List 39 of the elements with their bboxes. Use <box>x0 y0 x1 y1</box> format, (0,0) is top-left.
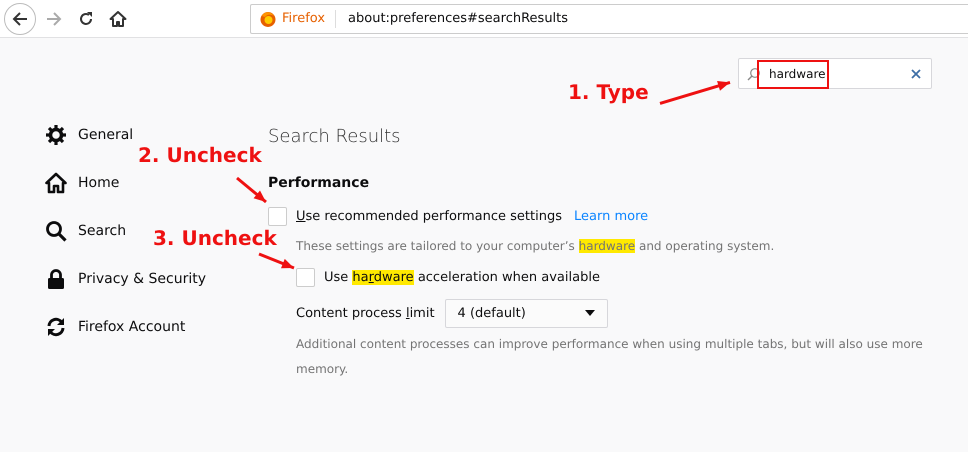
page-title: Search Results <box>268 125 402 149</box>
caret-icon <box>584 310 595 316</box>
back-button[interactable] <box>4 2 36 34</box>
lock-icon <box>45 268 67 290</box>
url-text: about:preferences#searchResults <box>347 11 568 26</box>
checkbox-label: Use recommended performance settings <box>296 208 562 224</box>
dropdown-label: Content process limit <box>296 306 435 320</box>
section-heading: Performance <box>268 174 370 193</box>
checkbox[interactable] <box>296 268 315 286</box>
setting-description: Additional content processes can improve performance when using multiple tabs, but will also use more memory. <box>295 336 924 378</box>
firefox-logo-icon <box>259 10 277 28</box>
home-icon <box>45 172 67 194</box>
dropdown[interactable]: 4 (default) <box>444 298 608 328</box>
gear-icon <box>45 124 67 146</box>
search-field[interactable]: hardware <box>738 58 932 89</box>
sync-icon <box>45 316 67 338</box>
sidebar-item[interactable]: General <box>45 123 134 147</box>
sidebar-item[interactable]: Home <box>45 171 120 195</box>
sidebar-item[interactable]: Privacy & Security <box>45 267 206 291</box>
search-icon <box>45 220 67 242</box>
search-icon <box>747 66 761 80</box>
forward-arrow-icon <box>45 10 63 28</box>
highlight-frame <box>757 60 829 89</box>
annotation-label: 2. Uncheck <box>138 143 262 167</box>
annotation-arrow <box>257 252 296 270</box>
annotation-label: 3. Uncheck <box>153 226 277 250</box>
annotation-label: 1. Type <box>568 80 649 104</box>
checkbox[interactable] <box>268 206 287 226</box>
sidebar-item[interactable]: Search <box>45 219 126 243</box>
clear-icon[interactable] <box>911 68 921 78</box>
back-arrow-icon <box>11 10 29 28</box>
identity-label: Firefox <box>282 11 326 26</box>
setting-description: These settings are tailored to your computer’s hardware and operating system. <box>295 238 776 255</box>
sidebar-item[interactable]: Firefox Account <box>45 315 186 339</box>
annotation-arrow <box>235 176 268 204</box>
reload-icon <box>77 10 95 28</box>
address-bar[interactable]: Firefox about:preferences#searchResults <box>250 4 968 34</box>
checkbox-label: Use hardware acceleration when available <box>324 270 600 284</box>
home-icon <box>109 10 127 28</box>
